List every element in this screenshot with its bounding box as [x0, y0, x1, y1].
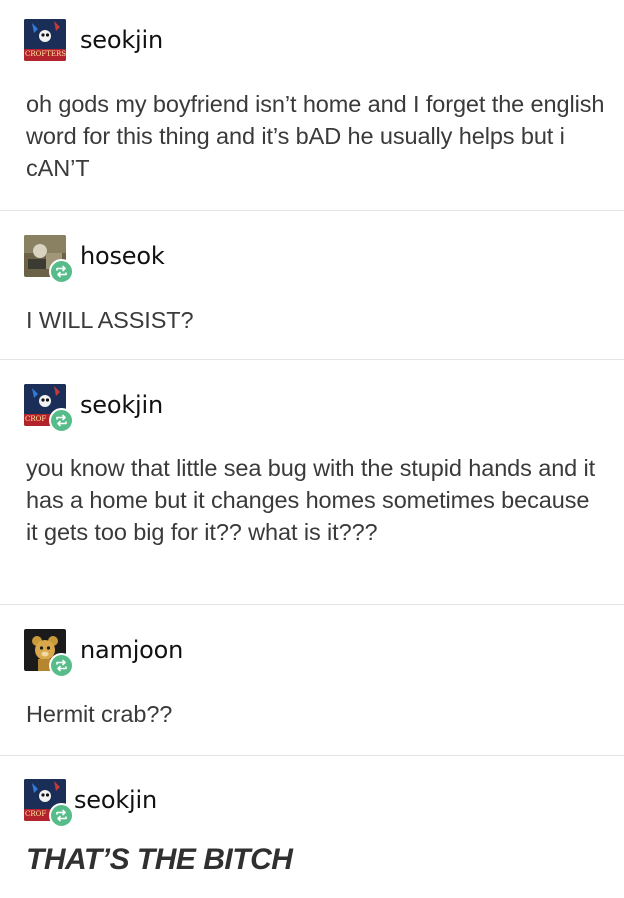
- username[interactable]: seokjin: [80, 391, 163, 419]
- username[interactable]: namjoon: [80, 636, 183, 664]
- post-divider: [0, 755, 624, 756]
- post-divider: [0, 359, 624, 360]
- post-text: Hermit crab??: [26, 701, 173, 727]
- avatar[interactable]: CROF: [24, 384, 74, 433]
- post-text: I WILL ASSIST?: [26, 307, 194, 333]
- reblog-icon: [49, 259, 74, 284]
- reblog-icon: [49, 653, 74, 678]
- post-header: CROF seokjin: [24, 779, 157, 828]
- avatar[interactable]: [24, 629, 74, 678]
- avatar-caption: CROF: [25, 415, 47, 423]
- post-header: CROF seokjin: [24, 384, 163, 433]
- avatar[interactable]: CROFTERS: [24, 19, 66, 61]
- post-header: namjoon: [24, 629, 183, 678]
- post-header: CROFTERS seokjin: [24, 19, 163, 61]
- post-text: you know that little sea bug with the st…: [26, 455, 596, 545]
- avatar[interactable]: [24, 235, 74, 284]
- post-divider: [0, 604, 624, 605]
- username[interactable]: seokjin: [74, 786, 157, 814]
- avatar-caption: CROF: [25, 810, 47, 818]
- username[interactable]: hoseok: [80, 242, 165, 270]
- post-header: hoseok: [24, 235, 165, 284]
- crofters-avatar-icon: CROFTERS: [24, 19, 66, 61]
- post-divider: [0, 210, 624, 211]
- username[interactable]: seokjin: [80, 26, 163, 54]
- post-text: oh gods my boyfriend isn’t home and I fo…: [26, 91, 605, 181]
- reblog-icon: [49, 408, 74, 433]
- avatar[interactable]: CROF: [24, 779, 74, 828]
- reblog-icon: [49, 803, 74, 828]
- avatar-caption: CROFTERS: [25, 50, 66, 58]
- post-text: THAT’S THE BITCH: [26, 843, 293, 876]
